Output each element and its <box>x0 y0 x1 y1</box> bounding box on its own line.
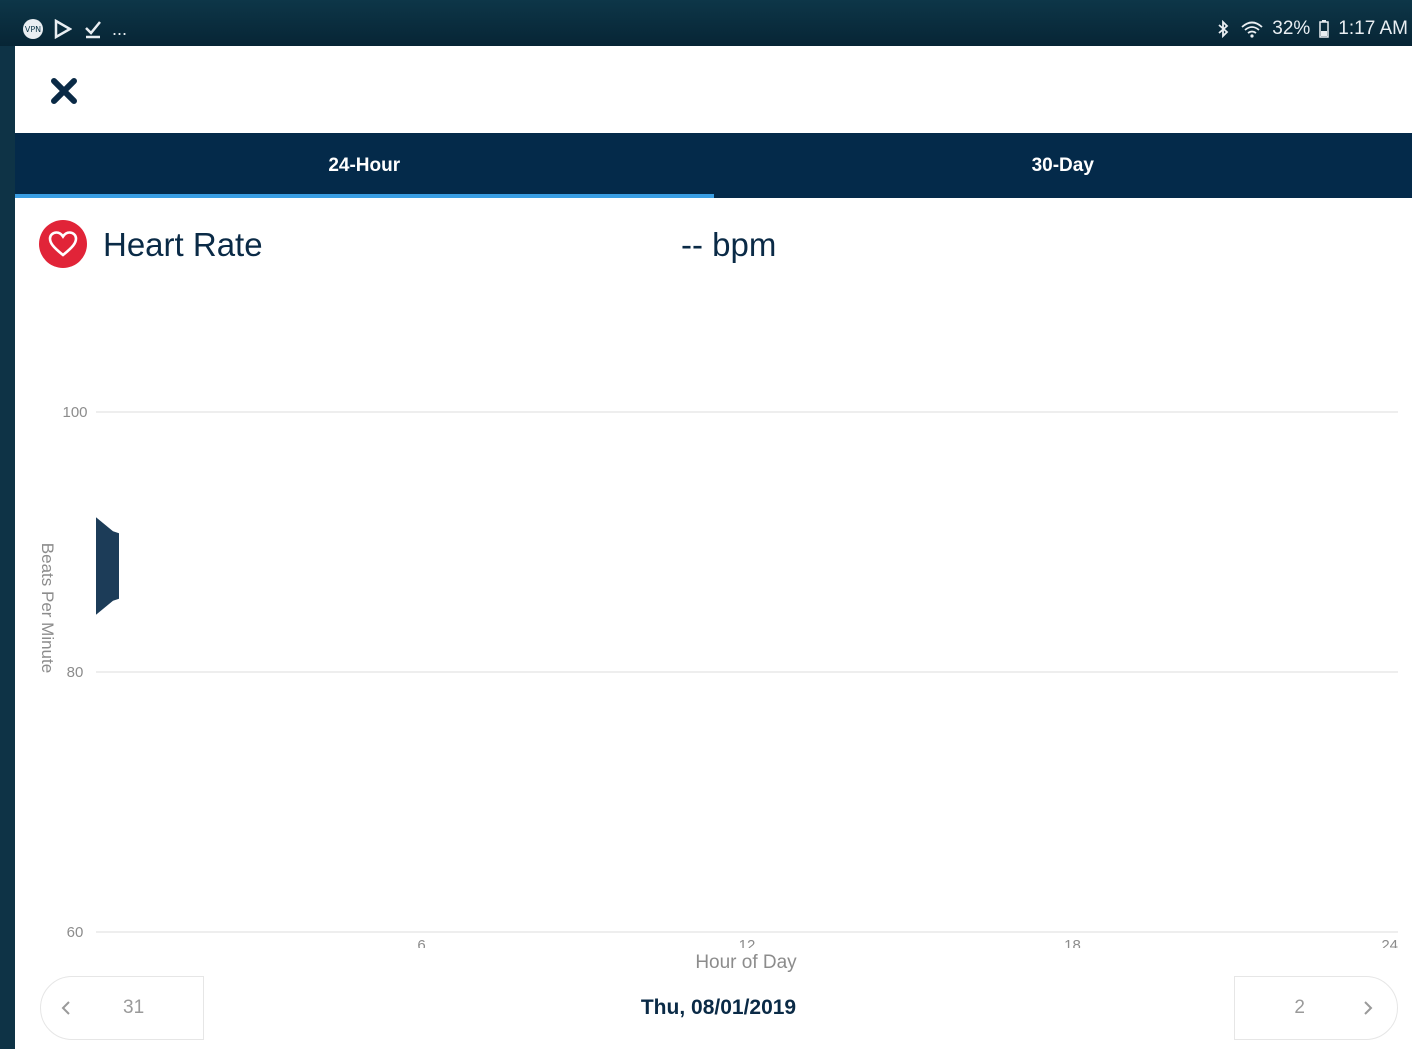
status-time: 1:17 AM <box>1338 18 1408 39</box>
status-bar: VPN ... 32% 1:17 AM <box>0 0 1412 46</box>
metric-header: Heart Rate -- bpm <box>15 198 1412 298</box>
play-icon <box>52 18 74 40</box>
svg-text:VPN: VPN <box>25 25 41 34</box>
status-left: VPN ... <box>22 18 127 40</box>
y-tick-label-60: 60 <box>67 924 84 941</box>
tab-bar: 24-Hour 30-Day <box>15 133 1412 198</box>
y-tick-label-80: 80 <box>67 664 84 681</box>
current-date: Thu, 08/01/2019 <box>640 996 797 1019</box>
y-axis-label-box: Beats Per Minute <box>35 528 59 688</box>
metric-title: Heart Rate <box>103 226 263 263</box>
y-axis-label: Beats Per Minute <box>38 542 57 674</box>
x-tick-label-6: 6 <box>417 937 425 948</box>
status-right: 32% 1:17 AM <box>1214 18 1408 40</box>
date-navigation: 31 Thu, 08/01/2019 2 <box>15 976 1412 1049</box>
y-tick-label-100: 100 <box>62 404 87 421</box>
bluetooth-icon <box>1214 18 1232 40</box>
x-tick-label-12: 12 <box>739 937 756 948</box>
x-tick-label-24: 24 <box>1381 937 1398 948</box>
heart-rate-bar-0 <box>96 517 119 615</box>
battery-percent: 32% <box>1272 18 1311 39</box>
chart-svg: 60 80 100 6 12 18 24 <box>62 404 1398 948</box>
top-bar <box>15 46 1412 133</box>
chevron-right-icon <box>1363 1000 1377 1016</box>
vpn-icon: VPN <box>22 18 44 40</box>
wifi-icon <box>1240 18 1264 40</box>
close-icon <box>50 77 78 105</box>
status-overflow: ... <box>112 18 128 39</box>
heart-rate-chart: 60 80 100 6 12 18 24 Beats Per Minute Hour of … <box>15 298 1412 978</box>
tab-24-hour[interactable]: 24-Hour <box>15 133 714 198</box>
heart-icon <box>39 220 87 268</box>
next-day-label: 2 <box>1294 997 1305 1018</box>
x-axis-label: Hour of Day <box>695 952 797 973</box>
battery-icon <box>1318 18 1330 40</box>
next-day-button[interactable]: 2 <box>1234 976 1398 1040</box>
download-done-icon <box>82 18 104 40</box>
tab-30-day[interactable]: 30-Day <box>714 133 1412 198</box>
metric-value: -- bpm <box>681 226 777 263</box>
app-window: 24-Hour 30-Day Heart Rate -- bpm 60 80 100… <box>15 46 1412 1049</box>
x-tick-label-18: 18 <box>1064 937 1081 948</box>
close-button[interactable] <box>45 72 83 110</box>
